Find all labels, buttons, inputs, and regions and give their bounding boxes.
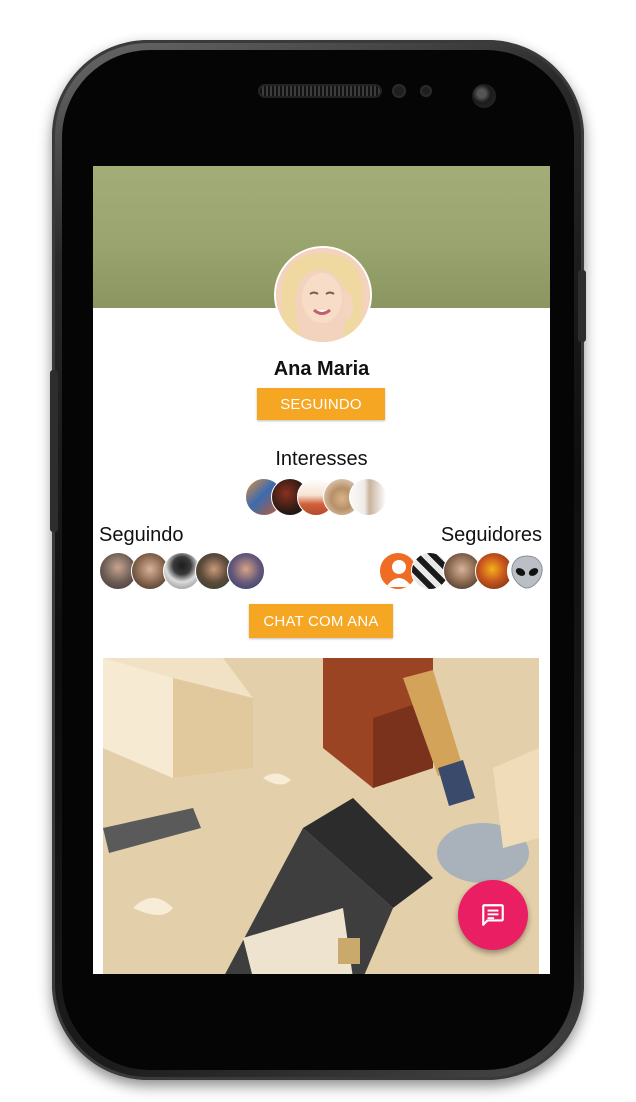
following-title: Seguindo — [99, 524, 184, 546]
interests-title: Interesses — [275, 448, 368, 470]
alien-emoji-icon — [511, 555, 543, 589]
app-screen: Ana Maria SEGUINDO Interesses Seguindo S… — [93, 166, 550, 974]
new-message-fab[interactable] — [458, 880, 528, 950]
power-button — [578, 270, 586, 342]
following-avatar[interactable] — [227, 552, 265, 590]
followers-title: Seguidores — [440, 524, 542, 546]
chat-button[interactable]: CHAT COM ANA — [249, 604, 393, 638]
avatar-photo — [276, 248, 370, 342]
earpiece-speaker — [258, 84, 382, 98]
following-status-button[interactable]: SEGUINDO — [257, 388, 385, 420]
volume-button — [50, 370, 58, 532]
light-sensor — [420, 85, 432, 97]
profile-name: Ana Maria — [273, 358, 370, 380]
interest-thumb[interactable] — [349, 478, 387, 516]
profile-avatar[interactable] — [274, 246, 372, 344]
front-camera — [472, 84, 496, 108]
proximity-sensor — [392, 84, 406, 98]
message-icon — [482, 904, 504, 926]
follower-avatar-alien[interactable] — [507, 552, 545, 590]
